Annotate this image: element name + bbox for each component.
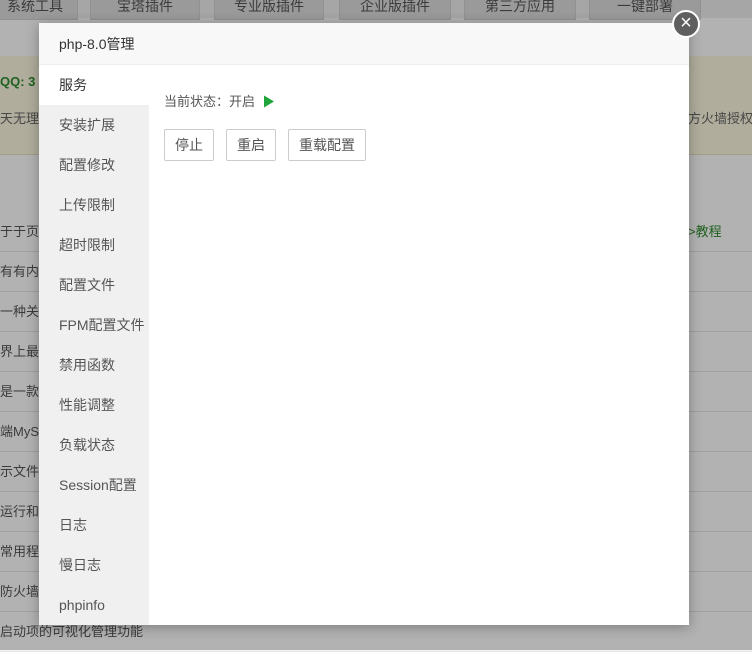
php-manager-dialog: php-8.0管理 服务 安装扩展 配置修改 上传限制 超时限制 配置文件 FP… xyxy=(39,23,689,625)
sidebar-item-service[interactable]: 服务 xyxy=(39,65,149,105)
dialog-header: php-8.0管理 xyxy=(39,23,689,65)
sidebar-item-disabled-functions[interactable]: 禁用函数 xyxy=(39,345,149,385)
sidebar-item-logs[interactable]: 日志 xyxy=(39,505,149,545)
stop-button[interactable]: 停止 xyxy=(164,129,214,161)
sidebar-item-slow-logs[interactable]: 慢日志 xyxy=(39,545,149,585)
sidebar-item-config-file[interactable]: 配置文件 xyxy=(39,265,149,305)
status-label: 当前状态： xyxy=(164,94,230,109)
close-icon[interactable]: × xyxy=(672,10,700,38)
play-icon xyxy=(263,95,274,108)
sidebar-item-config-edit[interactable]: 配置修改 xyxy=(39,145,149,185)
sidebar-item-phpinfo[interactable]: phpinfo xyxy=(39,585,149,625)
sidebar-item-load-status[interactable]: 负载状态 xyxy=(39,425,149,465)
sidebar-item-session-config[interactable]: Session配置 xyxy=(39,465,149,505)
sidebar-item-install-extensions[interactable]: 安装扩展 xyxy=(39,105,149,145)
sidebar-item-upload-limit[interactable]: 上传限制 xyxy=(39,185,149,225)
dialog-content: 当前状态：开启 停止 重启 重载配置 xyxy=(164,65,689,625)
dialog-title: php-8.0管理 xyxy=(59,36,135,52)
service-status: 当前状态：开启 xyxy=(164,91,275,110)
sidebar-item-performance-tuning[interactable]: 性能调整 xyxy=(39,385,149,425)
status-value: 开启 xyxy=(229,94,256,109)
sidebar-item-timeout-limit[interactable]: 超时限制 xyxy=(39,225,149,265)
dialog-sidebar: 服务 安装扩展 配置修改 上传限制 超时限制 配置文件 FPM配置文件 禁用函数… xyxy=(39,65,149,625)
restart-button[interactable]: 重启 xyxy=(226,129,276,161)
service-actions: 停止 重启 重载配置 xyxy=(164,129,378,161)
reload-config-button[interactable]: 重载配置 xyxy=(288,129,366,161)
sidebar-item-fpm-config-file[interactable]: FPM配置文件 xyxy=(39,305,149,345)
